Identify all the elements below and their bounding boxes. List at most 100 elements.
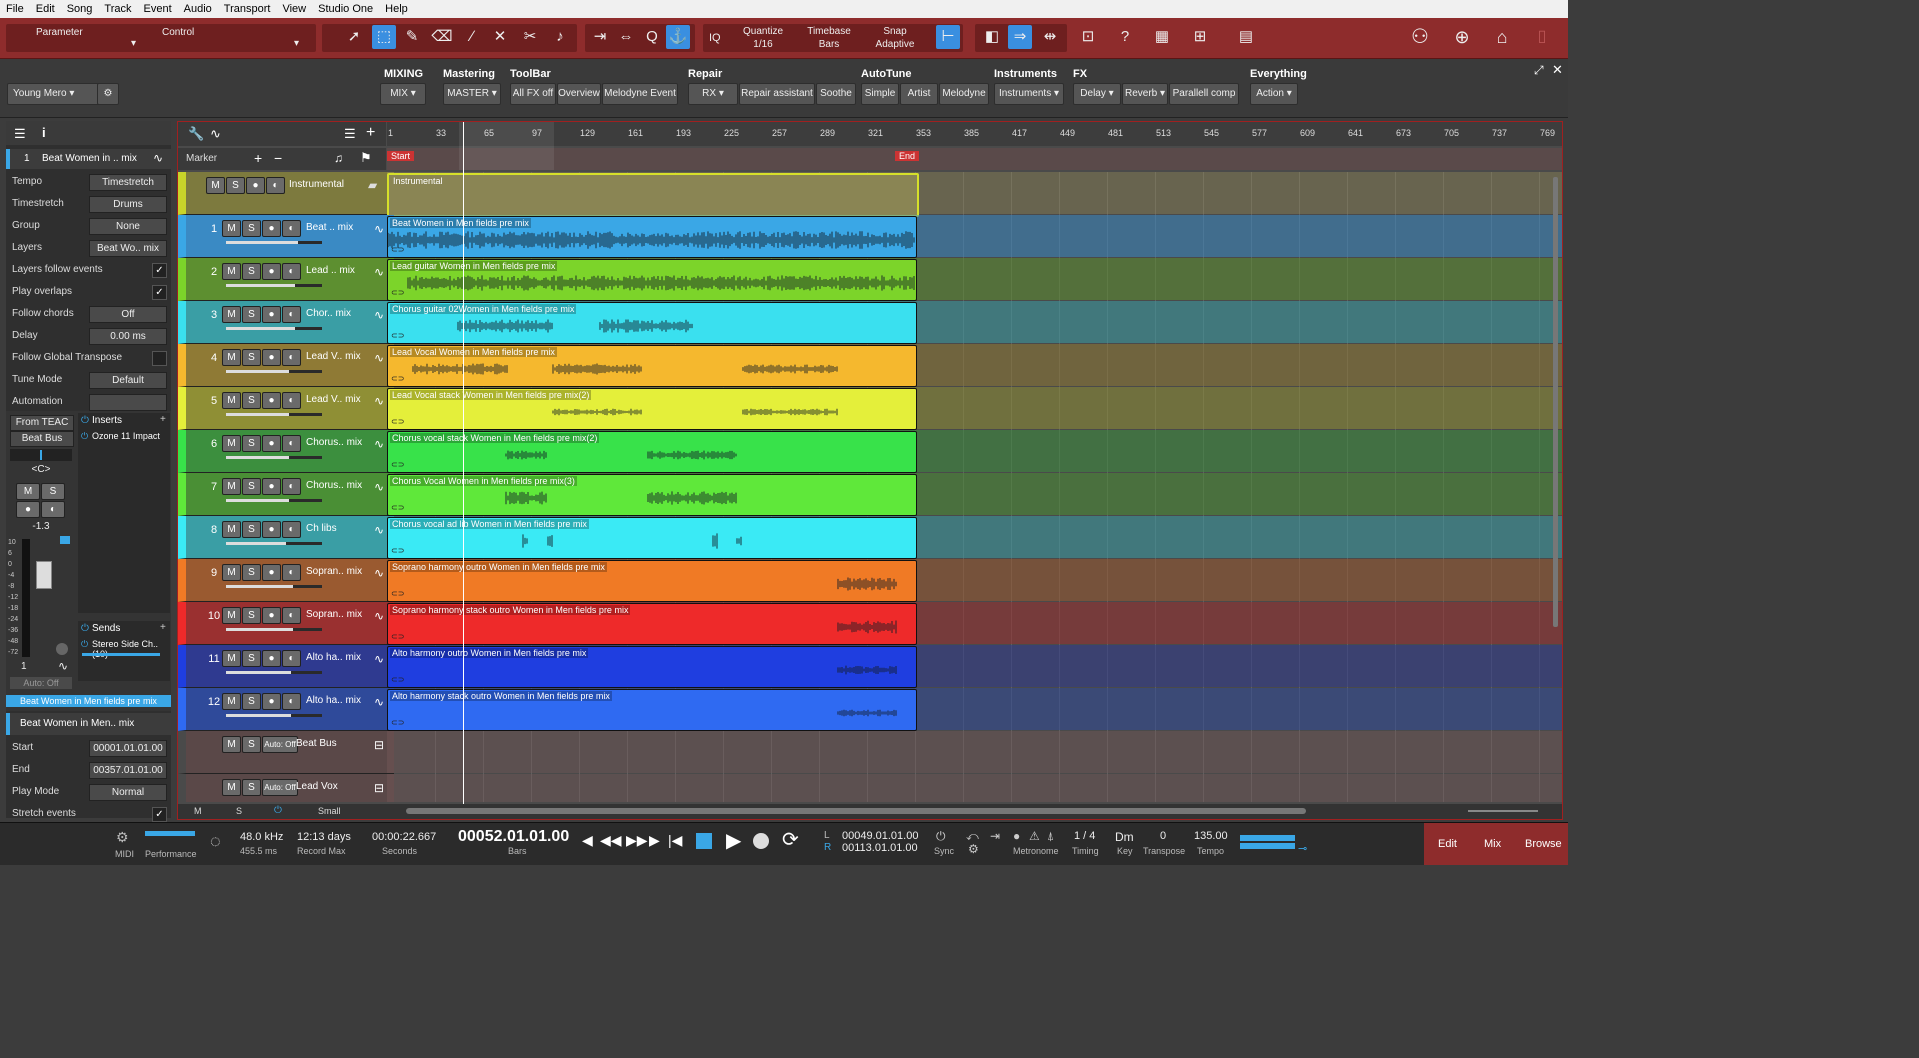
waveform-icon[interactable]: ∿	[374, 437, 384, 451]
track-header-3[interactable]: 3 M S ● ◐ Chor.. mix ∿	[178, 301, 394, 344]
mute-tool-icon[interactable]: ✕	[488, 25, 512, 49]
macro-button-melodyne-event[interactable]: Melodyne Event	[602, 83, 678, 105]
solo-button[interactable]: S	[242, 392, 261, 409]
automation-mode[interactable]: Auto: Off	[10, 677, 72, 689]
automation-mode-button[interactable]: Auto: Off	[262, 779, 298, 796]
footer-mute[interactable]: M	[194, 806, 202, 816]
inspector-row-value[interactable]: None	[89, 218, 167, 235]
autoscroll-icon[interactable]: ⚓	[666, 25, 690, 49]
output-select[interactable]: Beat Bus	[10, 431, 74, 447]
macro-button-melodyne[interactable]: Melodyne	[939, 83, 989, 105]
track-volume-fader[interactable]	[226, 585, 322, 588]
record-arm-button[interactable]: ●	[262, 392, 281, 409]
loop-end[interactable]: 00113.01.01.00	[842, 842, 918, 854]
mute-button[interactable]: M	[222, 736, 241, 753]
snap-toggle-icon[interactable]: ⊢	[936, 25, 960, 49]
bars-label[interactable]: Bars	[508, 846, 527, 856]
add-insert-icon[interactable]: +	[160, 414, 166, 425]
mute-button[interactable]: M	[222, 478, 241, 495]
track-name[interactable]: Beat Bus	[296, 738, 360, 749]
info-icon[interactable]: i	[42, 125, 46, 140]
record-arm-button[interactable]: ●	[262, 478, 281, 495]
audio-clip[interactable]: Chorus Vocal Women in Men fields pre mix…	[387, 474, 917, 516]
track-volume-fader[interactable]	[226, 628, 322, 631]
split-tool-icon[interactable]: ✂	[518, 25, 542, 49]
edit-view-button[interactable]: Edit	[1438, 838, 1457, 850]
loop-follow-icon[interactable]: ◧	[980, 25, 1004, 49]
sync-icon[interactable]: ⏻	[936, 829, 946, 844]
track-volume-fader[interactable]	[226, 714, 322, 717]
inspector-row-value[interactable]	[89, 394, 167, 411]
folder-track-header[interactable]: M S ● ◐ Instrumental ▰	[178, 172, 394, 215]
waveform-icon[interactable]: ∿	[374, 351, 384, 365]
inspector-row-value[interactable]: Normal	[89, 784, 167, 801]
bus-icon[interactable]: ⊟	[374, 781, 384, 795]
track-header-10[interactable]: 10 M S ● ◐ Sopran.. mix ∿	[178, 602, 394, 645]
play-button[interactable]: ▶	[726, 828, 741, 853]
solo-button[interactable]: S	[242, 736, 261, 753]
footer-power-icon[interactable]: ⏻	[274, 805, 282, 816]
next-marker-icon[interactable]: ▶	[649, 832, 660, 849]
track-volume-fader[interactable]	[226, 542, 322, 545]
audio-clip[interactable]: Soprano harmony outro Women in Men field…	[387, 560, 917, 602]
record-arm-button[interactable]: ●	[262, 306, 281, 323]
metronome-dot-icon[interactable]: ●	[1013, 829, 1020, 843]
control-dropdown-icon[interactable]: ▾	[294, 38, 299, 49]
track-header-7[interactable]: 7 M S ● ◐ Chorus.. mix ∿	[178, 473, 394, 516]
mute-button[interactable]: M	[222, 392, 241, 409]
track-volume-fader[interactable]	[226, 413, 322, 416]
loop-start[interactable]: 00049.01.01.00	[842, 830, 918, 842]
track-volume-fader[interactable]	[226, 241, 322, 244]
send-power-icon[interactable]: ⏻	[81, 639, 88, 650]
automation-mode-button[interactable]: Auto: Off	[262, 736, 298, 753]
inspector-row-value[interactable]: 00001.01.01.00	[89, 740, 167, 757]
midi-icon[interactable]: ⚙	[116, 829, 129, 846]
loop-icon[interactable]: ⟳	[782, 827, 799, 852]
macro-button-overview[interactable]: Overview	[557, 83, 601, 105]
macro-button-reverb[interactable]: Reverb ▾	[1122, 83, 1168, 105]
checkbox[interactable]: ✓	[152, 263, 167, 278]
mute-button[interactable]: M	[206, 177, 225, 194]
menu-file[interactable]: File	[0, 0, 30, 18]
waveform-icon[interactable]: ∿	[374, 480, 384, 494]
menu-audio[interactable]: Audio	[178, 0, 218, 18]
bus-icon[interactable]: ⊟	[374, 738, 384, 752]
eraser-tool-icon[interactable]: ⌫	[430, 25, 454, 49]
record-arm-button[interactable]: ●	[262, 220, 281, 237]
record-arm-button[interactable]: ●	[262, 564, 281, 581]
macro-button-rx[interactable]: RX ▾	[688, 83, 738, 105]
macro-settings-gear-icon[interactable]: ⚙	[97, 83, 119, 105]
marker-flag-icon[interactable]: ⚑	[360, 150, 372, 166]
macro-button-repair-assistant[interactable]: Repair assistant	[739, 83, 815, 105]
zoom-tool-icon[interactable]: Q	[640, 25, 664, 49]
loop-range[interactable]	[459, 122, 554, 170]
timing-value[interactable]: 1 / 4	[1074, 830, 1095, 842]
macro-button-mix[interactable]: MIX ▾	[380, 83, 426, 105]
rewind-icon[interactable]: ◀◀	[600, 832, 622, 849]
menu-song[interactable]: Song	[61, 0, 99, 18]
pencil-tool-icon[interactable]: ✎	[400, 25, 424, 49]
macro-button-soothe[interactable]: Soothe	[816, 83, 856, 105]
home-icon[interactable]: ⌂	[1490, 25, 1514, 49]
grid-view-icon[interactable]: ⊞	[1188, 25, 1212, 49]
mute-button[interactable]: M	[222, 220, 241, 237]
mute-button[interactable]: M	[222, 349, 241, 366]
track-name[interactable]: Instrumental	[289, 179, 353, 190]
track-list-menu-icon[interactable]: ☰	[344, 126, 356, 142]
audio-clip[interactable]: Alto harmony outro Women in Men fields p…	[387, 646, 917, 688]
range-tool-icon[interactable]: ⬚	[372, 25, 396, 49]
waveform-icon[interactable]: ∿	[153, 151, 163, 165]
solo-button[interactable]: S	[242, 607, 261, 624]
record-arm-button[interactable]: ●	[262, 521, 281, 538]
record-arm-button[interactable]: ●	[246, 177, 265, 194]
macro-button-all-fx-off[interactable]: All FX off	[510, 83, 556, 105]
audio-clip[interactable]: Lead Vocal stack Women in Men fields pre…	[387, 388, 917, 430]
track-volume-fader[interactable]	[226, 370, 322, 373]
track-name[interactable]: Lead V.. mix	[306, 351, 370, 362]
checkbox[interactable]: ✓	[152, 285, 167, 300]
waveform-icon[interactable]: ∿	[374, 394, 384, 408]
audio-clip[interactable]: Alto harmony stack outro Women in Men fi…	[387, 689, 917, 731]
record-arm-button[interactable]: ●	[262, 693, 281, 710]
monitor-button[interactable]: ◐	[282, 478, 301, 495]
track-name[interactable]: Chor.. mix	[306, 308, 370, 319]
